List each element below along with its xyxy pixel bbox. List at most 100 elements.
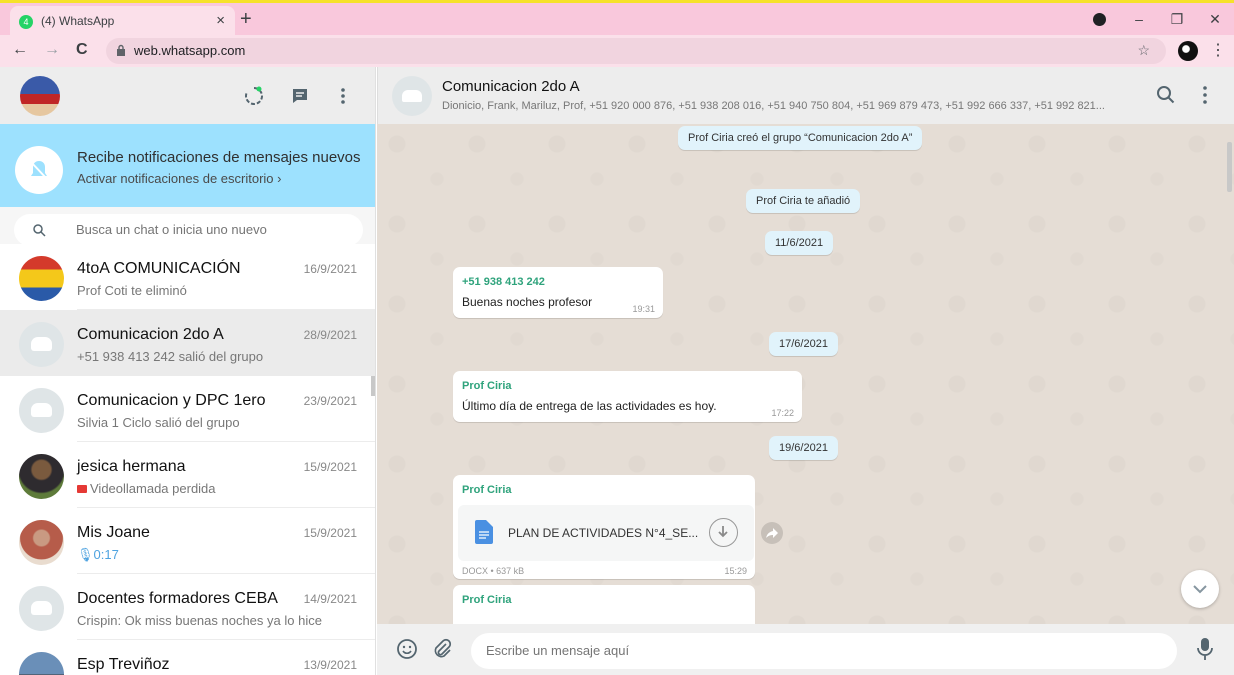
chat-name: Mis Joane — [77, 524, 150, 541]
emoji-icon[interactable] — [396, 638, 418, 660]
chat-date: 14/9/2021 — [303, 592, 357, 606]
microphone-icon: 🎙 — [77, 547, 94, 562]
group-avatar — [19, 322, 64, 367]
document-message[interactable]: Prof Ciria PLAN DE ACTIVIDADES N°4_SE...… — [453, 475, 755, 579]
new-chat-icon[interactable] — [288, 84, 312, 108]
address-bar[interactable]: web.whatsapp.com ☆ — [106, 38, 1166, 64]
close-window-icon[interactable]: ✕ — [1196, 11, 1234, 28]
missed-video-call-icon — [77, 485, 87, 493]
chat-name: Comunicacion 2do A — [77, 326, 224, 343]
menu-icon[interactable] — [1195, 84, 1215, 106]
browser-tab[interactable]: 4 (4) WhatsApp × — [10, 6, 235, 38]
conversation-pane: Comunicacion 2do A Dionicio, Frank, Mari… — [377, 67, 1234, 675]
message-sender: +51 938 413 242 — [462, 276, 545, 288]
my-avatar[interactable] — [20, 76, 60, 116]
document-name: PLAN DE ACTIVIDADES N°4_SE... — [508, 526, 699, 540]
chat-last-message: 🎙0:17 — [77, 547, 119, 563]
tab-close-icon[interactable]: × — [216, 12, 225, 29]
conversation-header[interactable]: Comunicacion 2do A Dionicio, Frank, Mari… — [377, 67, 1234, 124]
message-bubble[interactable]: +51 938 413 242 Buenas noches profesor 1… — [453, 267, 663, 318]
messages-scrollbar[interactable] — [1227, 142, 1232, 192]
chat-last-message: Prof Coti te eliminó — [77, 283, 187, 298]
notification-banner[interactable]: Recibe notificaciones de mensajes nuevos… — [0, 124, 375, 207]
account-avatar[interactable] — [1178, 41, 1198, 61]
chat-avatar — [19, 454, 64, 499]
chat-item[interactable]: Mis Joane 15/9/2021 🎙0:17 — [0, 508, 375, 574]
profile-icon[interactable] — [1093, 12, 1106, 26]
chat-item[interactable]: 4toA COMUNICACIÓN 16/9/2021 Prof Coti te… — [0, 244, 375, 310]
chat-avatar — [19, 256, 64, 301]
message-bubble[interactable]: Prof Ciria Último día de entrega de las … — [453, 371, 802, 422]
chevron-down-icon — [1193, 585, 1207, 594]
chat-item[interactable]: Comunicacion 2do A 28/9/2021 +51 938 413… — [0, 310, 375, 376]
chat-date: 28/9/2021 — [303, 328, 357, 342]
message-bubble[interactable]: Prof Ciria — [453, 585, 755, 624]
date-divider: 19/6/2021 — [769, 436, 838, 460]
tab-title: (4) WhatsApp — [41, 14, 115, 28]
menu-icon[interactable] — [331, 84, 355, 108]
date-divider: 17/6/2021 — [769, 332, 838, 356]
search-box — [14, 214, 363, 246]
sidebar: Recibe notificaciones de mensajes nuevos… — [0, 67, 376, 675]
bookmark-star-icon[interactable]: ☆ — [1137, 42, 1150, 59]
download-icon[interactable] — [709, 518, 738, 547]
status-icon[interactable] — [242, 84, 266, 108]
message-area[interactable]: Prof Ciria creó el grupo “Comunicacion 2… — [377, 124, 1234, 624]
chat-date: 13/9/2021 — [303, 658, 357, 672]
group-avatar[interactable] — [392, 76, 432, 116]
system-message: Prof Ciria creó el grupo “Comunicacion 2… — [678, 126, 923, 150]
reload-icon[interactable]: C — [76, 41, 88, 59]
restore-icon[interactable]: ❐ — [1158, 11, 1196, 28]
chat-date: 15/9/2021 — [303, 526, 357, 540]
document-card[interactable]: PLAN DE ACTIVIDADES N°4_SE... — [458, 505, 754, 561]
whatsapp-app: Recibe notificaciones de mensajes nuevos… — [0, 67, 1234, 675]
whatsapp-favicon-icon: 4 — [19, 15, 33, 29]
chat-item[interactable]: jesica hermana 15/9/2021 Videollamada pe… — [0, 442, 375, 508]
sidebar-scrollbar[interactable] — [371, 376, 375, 396]
chat-name: Docentes formadores CEBA — [77, 590, 278, 607]
scroll-down-button[interactable] — [1181, 570, 1219, 608]
chat-name: jesica hermana — [77, 458, 186, 475]
browser-menu-icon[interactable]: ⋮ — [1210, 40, 1226, 60]
group-avatar — [19, 586, 64, 631]
message-input[interactable] — [486, 643, 1086, 658]
chat-item[interactable]: Esp Treviñoz 13/9/2021 — [0, 640, 375, 675]
chat-last-message: +51 938 413 242 salió del grupo — [77, 349, 264, 364]
new-tab-icon[interactable]: + — [240, 8, 252, 31]
composer — [377, 624, 1234, 675]
document-meta: DOCX • 637 kB — [462, 566, 525, 576]
chat-name: Esp Treviñoz — [77, 656, 170, 673]
browser-toolbar: ← → C web.whatsapp.com ☆ ⋮ — [0, 35, 1234, 67]
search-icon[interactable] — [32, 223, 46, 237]
date-divider: 11/6/2021 — [765, 231, 834, 255]
notification-title: Recibe notificaciones de mensajes nuevos — [77, 149, 361, 166]
back-icon[interactable]: ← — [12, 41, 28, 59]
chat-date: 16/9/2021 — [303, 262, 357, 276]
browser-tab-strip: 4 (4) WhatsApp × + – ❐ ✕ — [0, 0, 1234, 38]
chat-avatar — [19, 520, 64, 565]
bell-off-icon — [15, 146, 63, 194]
voice-note-duration: 0:17 — [93, 547, 119, 562]
search-icon[interactable] — [1156, 85, 1176, 105]
forward-icon[interactable] — [761, 522, 783, 544]
forward-icon[interactable]: → — [44, 41, 60, 59]
search-input[interactable] — [76, 222, 346, 237]
chat-last-message: Crispin: Ok miss buenas noches ya lo hic… — [77, 613, 322, 628]
message-text: Último día de entrega de las actividades… — [462, 399, 717, 413]
minimize-icon[interactable]: – — [1120, 11, 1158, 27]
message-box — [471, 633, 1177, 669]
chat-last-message-text: Videollamada perdida — [90, 481, 216, 496]
attach-icon[interactable] — [432, 638, 452, 660]
chat-item[interactable]: Comunicacion y DPC 1ero 23/9/2021 Silvia… — [0, 376, 375, 442]
chat-name: Comunicacion y DPC 1ero — [77, 392, 266, 409]
message-text: Buenas noches profesor — [462, 295, 593, 309]
url-text: web.whatsapp.com — [134, 43, 246, 58]
chat-last-message: Silvia 1 Ciclo salió del grupo — [77, 415, 240, 430]
window-controls: – ❐ ✕ — [1093, 3, 1234, 35]
enable-desktop-notifications-link[interactable]: Activar notificaciones de escritorio › — [77, 171, 281, 186]
microphone-icon[interactable] — [1197, 637, 1213, 661]
chat-item[interactable]: Docentes formadores CEBA 14/9/2021 Crisp… — [0, 574, 375, 640]
chat-date: 23/9/2021 — [303, 394, 357, 408]
message-sender: Prof Ciria — [462, 380, 512, 392]
message-sender: Prof Ciria — [462, 594, 512, 606]
